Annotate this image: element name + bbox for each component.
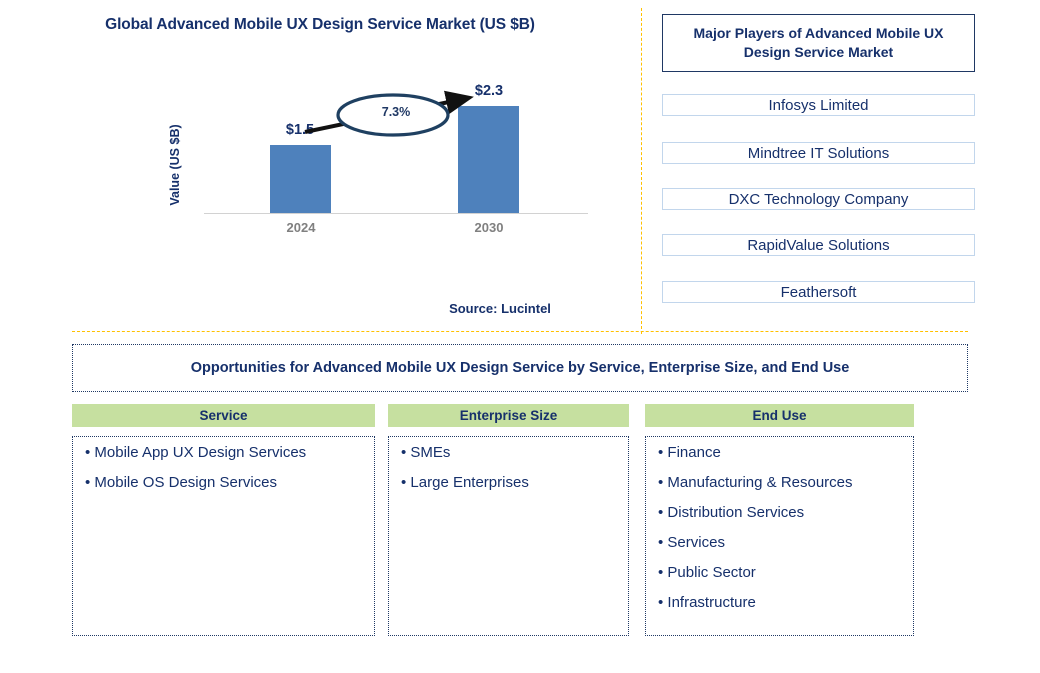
y-axis-label: Value (US $B) <box>168 124 182 206</box>
list-item: Services <box>658 535 903 550</box>
x-tick-label-2024: 2024 <box>286 220 316 235</box>
list-item: Mobile OS Design Services <box>85 475 364 490</box>
player-item-1[interactable]: Infosys Limited <box>662 94 975 116</box>
segment-header-label: End Use <box>752 408 807 423</box>
list-item: Public Sector <box>658 565 903 580</box>
list-item: SMEs <box>401 445 618 460</box>
player-label: DXC Technology Company <box>728 190 909 208</box>
segment-list-end-use: Finance Manufacturing & Resources Distri… <box>645 436 914 636</box>
segment-header-service: Service <box>72 404 375 427</box>
x-tick-label-2030: 2030 <box>474 220 504 235</box>
list-item: Infrastructure <box>658 595 903 610</box>
players-panel-title-text: Major Players of Advanced Mobile UX Desi… <box>693 24 944 60</box>
segment-list-service: Mobile App UX Design Services Mobile OS … <box>72 436 375 636</box>
player-label: Mindtree IT Solutions <box>747 144 890 162</box>
bar-chart: Value (US $B) $1.5 $2.3 2024 2030 7.3% <box>168 80 588 245</box>
player-item-4[interactable]: RapidValue Solutions <box>662 234 975 256</box>
segment-header-label: Enterprise Size <box>459 408 558 423</box>
player-item-2[interactable]: Mindtree IT Solutions <box>662 142 975 164</box>
bar-2024 <box>270 145 331 213</box>
player-label: Feathersoft <box>780 283 857 301</box>
player-item-5[interactable]: Feathersoft <box>662 281 975 303</box>
opportunities-banner-text: Opportunities for Advanced Mobile UX Des… <box>190 360 850 376</box>
list-item: Mobile App UX Design Services <box>85 445 364 460</box>
player-label: RapidValue Solutions <box>747 236 890 254</box>
player-label: Infosys Limited <box>768 96 869 114</box>
cagr-label: 7.3% <box>381 105 411 119</box>
source-label: Source: Lucintel <box>449 301 551 316</box>
chart-title: Global Advanced Mobile UX Design Service… <box>105 16 535 33</box>
horizontal-divider <box>72 331 968 332</box>
segment-header-enterprise-size: Enterprise Size <box>388 404 629 427</box>
segment-list-enterprise-size: SMEs Large Enterprises <box>388 436 629 636</box>
list-item: Manufacturing & Resources <box>658 475 903 490</box>
players-panel-title: Major Players of Advanced Mobile UX Desi… <box>662 14 975 72</box>
list-item: Large Enterprises <box>401 475 618 490</box>
opportunities-banner: Opportunities for Advanced Mobile UX Des… <box>72 344 968 392</box>
segment-header-end-use: End Use <box>645 404 914 427</box>
segment-header-label: Service <box>199 408 248 423</box>
list-item: Finance <box>658 445 903 460</box>
x-axis-line <box>204 213 588 214</box>
player-item-3[interactable]: DXC Technology Company <box>662 188 975 210</box>
vertical-divider <box>641 8 642 334</box>
list-item: Distribution Services <box>658 505 903 520</box>
